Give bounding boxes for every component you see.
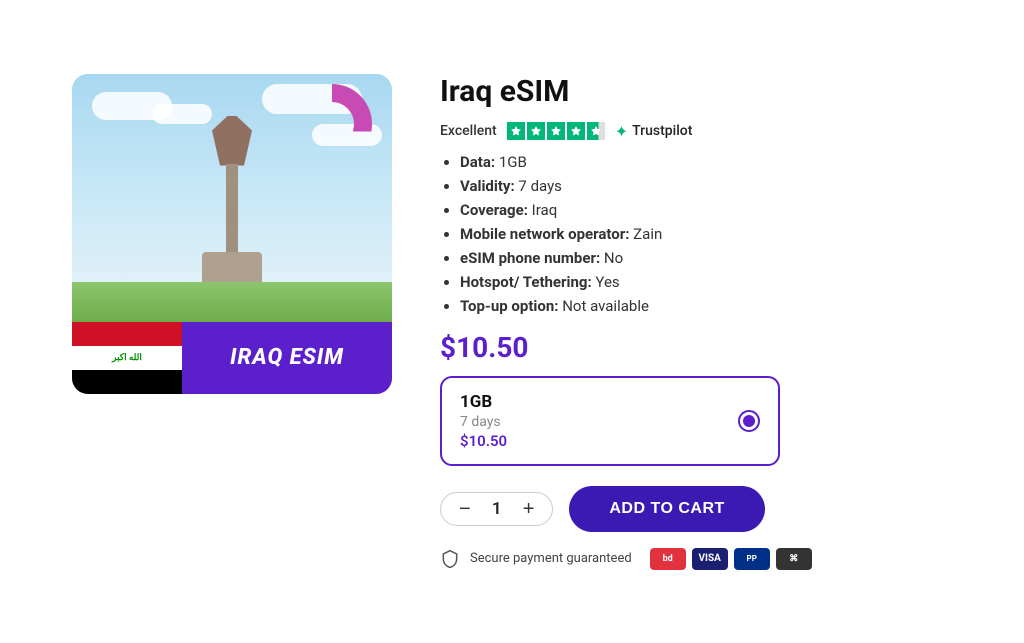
flag-white-stripe: الله اكبر	[72, 346, 182, 370]
spec-hotspot: Hotspot/ Tethering: Yes	[460, 273, 952, 291]
trustpilot-icon: ✦	[615, 122, 628, 141]
payment-visa-icon: VISA	[692, 548, 728, 570]
star-1	[507, 122, 525, 140]
quantity-decrease-button[interactable]: −	[457, 499, 473, 519]
spec-coverage: Coverage: Iraq	[460, 201, 952, 219]
plan-info: 1GB 7 days $10.50	[460, 392, 507, 450]
secure-label: Secure payment guaranteed	[470, 551, 632, 566]
plan-radio-button[interactable]	[738, 410, 760, 432]
image-background-sky	[72, 74, 392, 282]
plan-data: 1GB	[460, 392, 507, 412]
payment-paypal-icon: PP	[734, 548, 770, 570]
cart-row: − 1 + ADD TO CART	[440, 486, 952, 532]
star-3	[547, 122, 565, 140]
spec-data: Data: 1GB	[460, 153, 952, 171]
monument-silhouette	[172, 142, 292, 282]
plan-validity: 7 days	[460, 414, 507, 430]
monument-top	[212, 116, 252, 166]
flag-text: الله اكبر	[112, 353, 142, 363]
quantity-control: − 1 +	[440, 492, 553, 526]
flag-red-stripe	[72, 322, 182, 346]
spec-phone-number: eSIM phone number: No	[460, 249, 952, 267]
rating-label: Excellent	[440, 123, 497, 139]
plan-price: $10.50	[460, 432, 507, 450]
trustpilot-label: Trustpilot	[632, 123, 692, 139]
spec-validity: Validity: 7 days	[460, 177, 952, 195]
radio-inner-dot	[743, 415, 755, 427]
payment-apple-icon: ⌘	[776, 548, 812, 570]
iraq-flag: الله اكبر	[72, 322, 182, 394]
product-image-section: الله اكبر IRAQ ESIM	[72, 74, 392, 570]
plan-selector[interactable]: 1GB 7 days $10.50	[440, 376, 780, 466]
product-title: Iraq eSIM	[440, 74, 952, 110]
add-to-cart-button[interactable]: ADD TO CART	[569, 486, 764, 532]
star-5-half	[587, 122, 605, 140]
specs-list: Data: 1GB Validity: 7 days Coverage: Ira…	[440, 153, 952, 315]
rating-row: Excellent ✦ Trustp	[440, 122, 952, 141]
trustpilot-badge: ✦ Trustpilot	[615, 122, 693, 141]
payment-icons: bd VISA PP ⌘	[650, 548, 812, 570]
quantity-increase-button[interactable]: +	[521, 499, 537, 519]
star-4	[567, 122, 585, 140]
shield-icon	[440, 549, 460, 569]
secure-payment-row: Secure payment guaranteed bd VISA PP ⌘	[440, 548, 952, 570]
product-price: $10.50	[440, 331, 952, 364]
product-label-text: IRAQ ESIM	[230, 345, 344, 370]
spec-topup: Top-up option: Not available	[460, 297, 952, 315]
spec-operator: Mobile network operator: Zain	[460, 225, 952, 243]
product-image: الله اكبر IRAQ ESIM	[72, 74, 392, 394]
flag-black-stripe	[72, 370, 182, 394]
star-rating	[507, 122, 605, 140]
product-page: الله اكبر IRAQ ESIM Iraq eSIM Excellent	[32, 34, 992, 610]
cloud-decoration	[152, 104, 212, 124]
payment-bd-icon: bd	[650, 548, 686, 570]
star-2	[527, 122, 545, 140]
monument-base	[202, 252, 262, 282]
product-label-bar: IRAQ ESIM	[182, 322, 392, 394]
monument-pillar	[226, 164, 238, 254]
product-details: Iraq eSIM Excellent	[440, 74, 952, 570]
quantity-value: 1	[487, 499, 507, 519]
